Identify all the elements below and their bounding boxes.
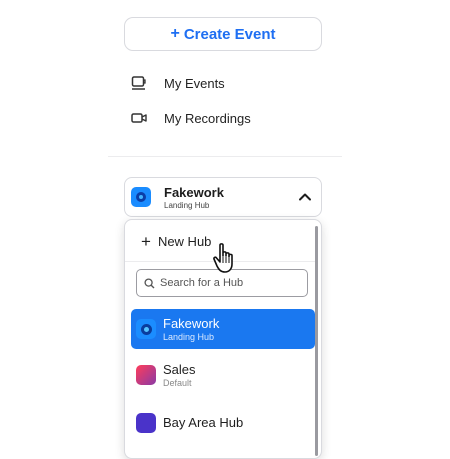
hub-item-bay-area-hub[interactable]: Bay Area Hub: [131, 403, 315, 443]
hub-item-fakework[interactable]: Fakework Landing Hub: [131, 309, 315, 349]
plus-icon: +: [141, 232, 151, 251]
hub-item-name: Bay Area Hub: [163, 415, 244, 430]
new-hub-label: New Hub: [157, 234, 212, 249]
hub-subtitle: Landing Hub: [164, 201, 210, 210]
hub-item-name: Fakework: [163, 316, 220, 331]
chevron-up-icon[interactable]: [298, 190, 312, 209]
hub-item-subtitle: Default: [163, 378, 192, 388]
search-placeholder: Search for a Hub: [160, 277, 244, 289]
create-event-button[interactable]: + Create Event: [124, 17, 322, 51]
new-hub-button[interactable]: + New Hub: [141, 233, 211, 250]
search-icon: [144, 277, 155, 289]
calendar-cup-icon: [131, 75, 147, 91]
hub-item-name: Sales: [163, 362, 196, 377]
hub-selector[interactable]: Fakework Landing Hub: [124, 177, 322, 217]
hub-item-subtitle: Landing Hub: [163, 332, 215, 342]
hub-logo: [131, 187, 151, 207]
create-event-label: Create Event: [183, 25, 276, 43]
divider: [108, 156, 342, 157]
hand-pointer-cursor-icon: [213, 243, 233, 273]
video-camera-icon: [131, 110, 147, 126]
nav-item-my-events[interactable]: My Events: [131, 73, 225, 93]
nav-label: My Recordings: [164, 110, 251, 126]
scrollbar[interactable]: [315, 226, 318, 456]
hub-logo: [136, 365, 156, 385]
plus-icon: +: [170, 25, 180, 42]
nav-item-my-recordings[interactable]: My Recordings: [131, 108, 251, 128]
nav-label: My Events: [164, 75, 225, 91]
hub-logo: [136, 413, 156, 433]
hub-logo: [136, 319, 156, 339]
hub-name: Fakework: [164, 185, 224, 200]
hub-item-sales[interactable]: Sales Default: [131, 355, 315, 395]
